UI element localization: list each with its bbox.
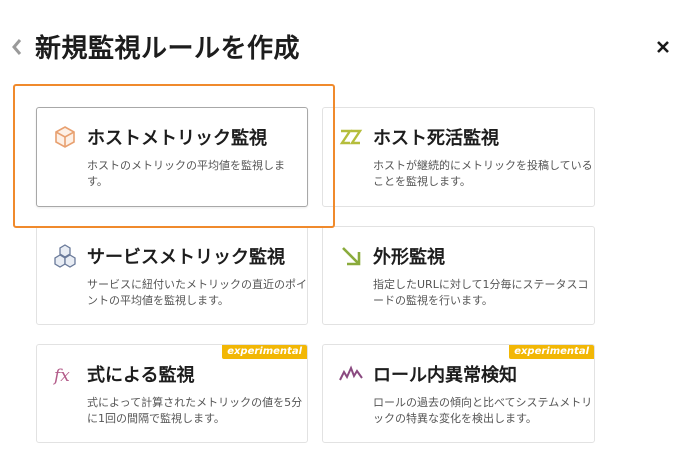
- experimental-badge: experimental: [222, 345, 307, 359]
- card-title: ホストメトリック監視: [87, 128, 267, 149]
- card-title: ロール内異常検知: [373, 365, 517, 386]
- card-host-metric[interactable]: ホストメトリック監視 ホストのメトリックの平均値を監視します。: [36, 107, 308, 207]
- card-external-monitoring[interactable]: 外形監視 指定したURLに対して1分毎にステータスコードの監視を行います。: [322, 226, 595, 325]
- card-expression-monitoring[interactable]: experimental fx 式による監視 式によって計算されたメトリックの値…: [36, 344, 308, 443]
- card-host-connectivity[interactable]: ホスト死活監視 ホストが継続的にメトリックを投稿していることを監視します。: [322, 107, 595, 207]
- arrow-icon: [342, 247, 361, 266]
- card-description: サービスに紐付いたメトリックの直近のポイントの平均値を監視します。: [87, 278, 307, 307]
- card-description: ホストのメトリックの平均値を監視します。: [87, 159, 285, 188]
- card-title: サービスメトリック監視: [87, 247, 285, 268]
- page-title: 新規監視ルールを作成: [35, 34, 301, 64]
- wave-icon: [339, 365, 363, 381]
- card-description: ロールの過去の傾向と比べてシステムメトリックの特異な変化を検出します。: [373, 396, 593, 425]
- cubes-icon: [54, 244, 76, 268]
- cube-icon: [55, 126, 75, 148]
- close-icon[interactable]: [654, 38, 672, 56]
- card-title: ホスト死活監視: [373, 128, 499, 149]
- card-description: 指定したURLに対して1分毎にステータスコードの監視を行います。: [373, 278, 589, 307]
- experimental-badge: experimental: [509, 345, 594, 359]
- fx-icon: fx: [53, 366, 70, 386]
- svg-text:fx: fx: [53, 366, 70, 386]
- card-service-metric[interactable]: サービスメトリック監視 サービスに紐付いたメトリックの直近のポイントの平均値を監…: [36, 226, 308, 325]
- card-anomaly-detection[interactable]: experimental ロール内異常検知 ロールの過去の傾向と比べてシステムメ…: [322, 344, 595, 443]
- card-title: 式による監視: [87, 365, 195, 386]
- zz-icon: [339, 129, 363, 145]
- card-description: ホストが継続的にメトリックを投稿していることを監視します。: [373, 159, 593, 188]
- chevron-left-icon[interactable]: [10, 37, 24, 57]
- card-description: 式によって計算されたメトリックの値を5分に1回の間隔で監視します。: [87, 396, 303, 425]
- modal-header: 新規監視ルールを作成: [0, 0, 680, 80]
- card-title: 外形監視: [373, 247, 445, 268]
